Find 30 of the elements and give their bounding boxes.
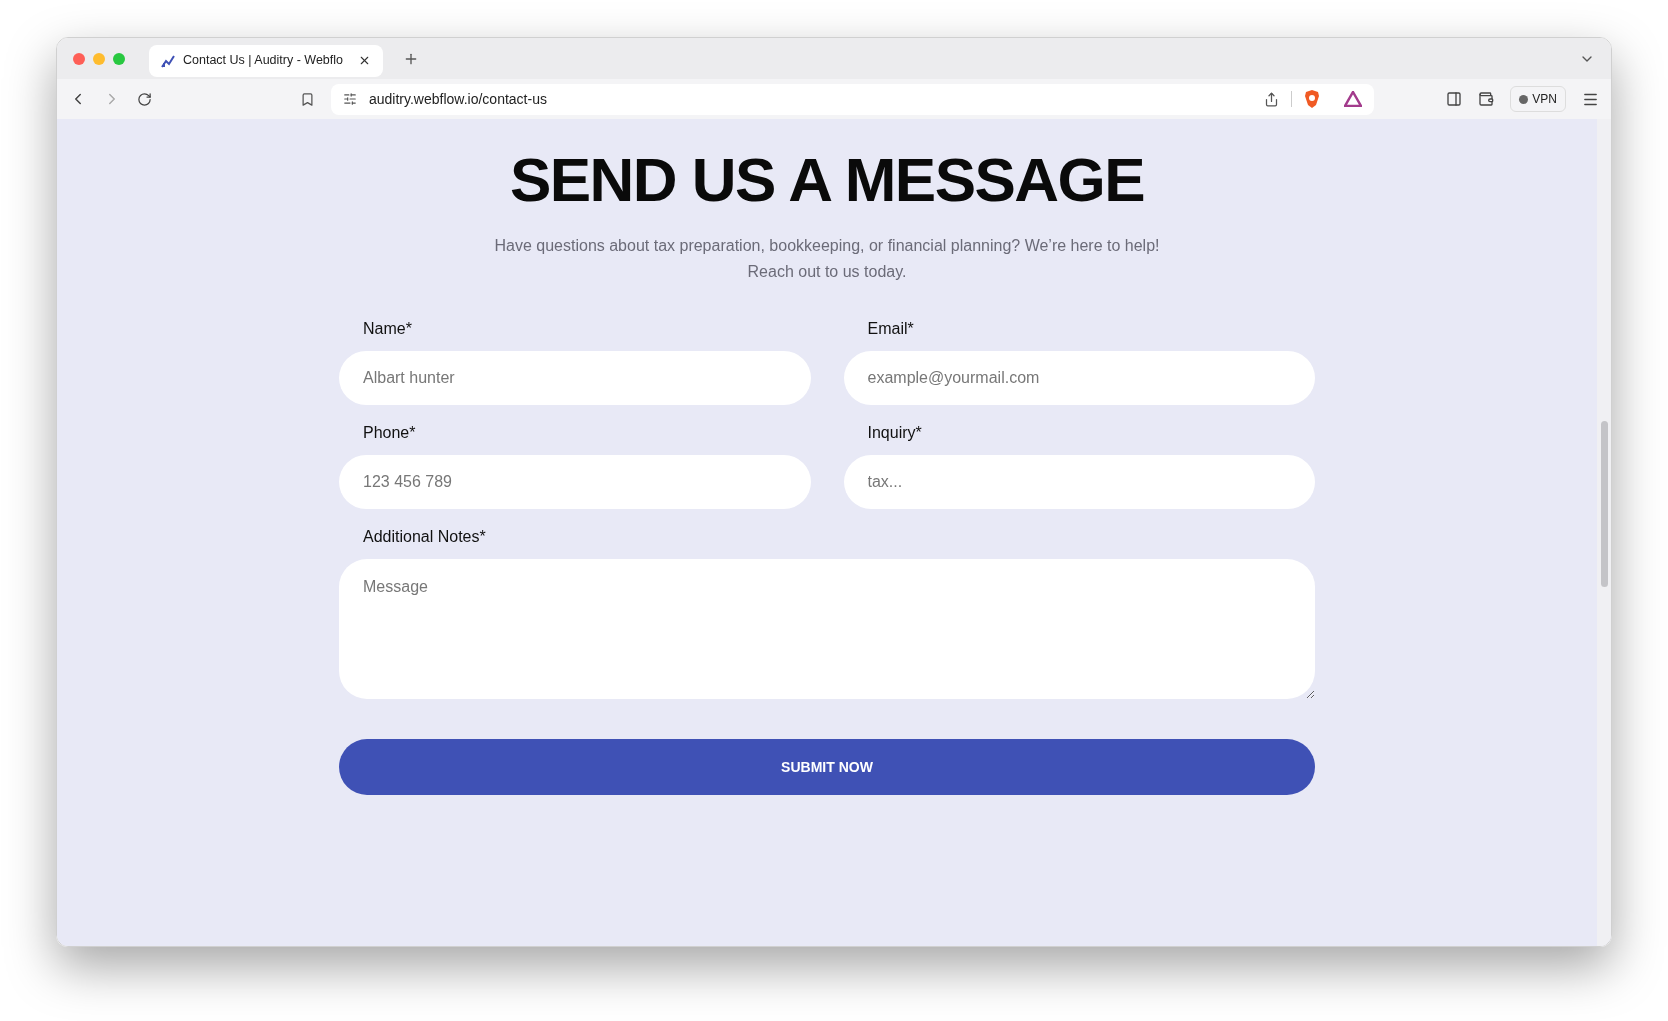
field-label: Name* — [362, 319, 413, 339]
address-bar[interactable]: auditry.webflow.io/contact-us — [331, 83, 1374, 115]
page-heading: SEND US A MESSAGE — [510, 149, 1144, 211]
sidebar-icon[interactable] — [1446, 91, 1463, 107]
field-label: Additional Notes* — [362, 527, 487, 547]
chart-logo-icon — [161, 53, 175, 68]
bookmark-icon[interactable] — [300, 91, 315, 107]
input-field[interactable]: tax... — [843, 455, 1315, 509]
message-field[interactable]: Message — [339, 559, 1315, 699]
field-label: Inquiry* — [866, 423, 923, 443]
submit-button[interactable]: SUBMIT NOW — [339, 739, 1315, 795]
triangle-icon[interactable] — [1344, 91, 1362, 107]
close-window-button[interactable] — [73, 52, 85, 65]
site-settings-icon[interactable] — [343, 92, 357, 106]
url-text: auditry.webflow.io/contact-us — [369, 89, 547, 109]
field-label: Email* — [866, 319, 915, 339]
tab-title: Contact Us | Auditry - Webflo — [183, 52, 345, 70]
subtitle-text: Have questions about tax preparation, bookkeeping, or financial planning? We’re here to help! — [494, 236, 1160, 256]
scrollbar-thumb[interactable] — [1600, 421, 1608, 587]
close-icon[interactable] — [358, 54, 371, 67]
subtitle-text: Reach out to us today. — [747, 262, 907, 282]
input-field[interactable]: Albart hunter — [339, 351, 811, 405]
field-label: Phone* — [362, 423, 417, 443]
browser-tab[interactable]: Contact Us | Auditry - Webflo — [149, 44, 383, 77]
input-field[interactable]: example@yourmail.com — [843, 351, 1315, 405]
vpn-button[interactable]: VPN — [1510, 86, 1566, 112]
wallet-icon[interactable] — [1478, 91, 1495, 107]
input-field[interactable]: 123 456 789 — [339, 455, 811, 509]
share-icon[interactable] — [1264, 91, 1279, 107]
reload-icon[interactable] — [137, 91, 152, 107]
